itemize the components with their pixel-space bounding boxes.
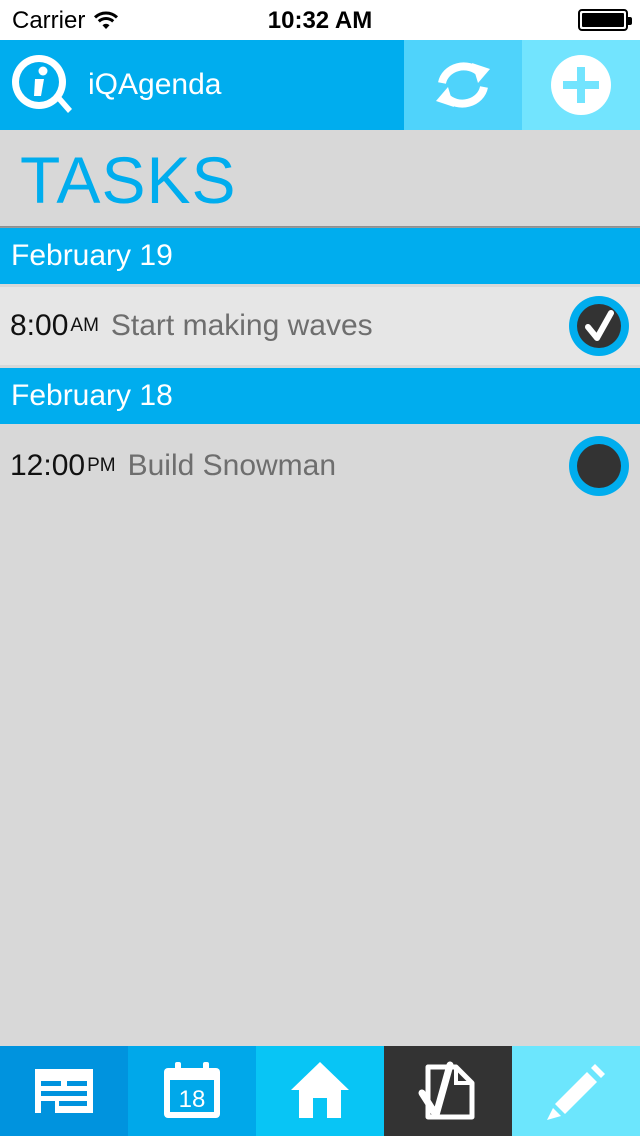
tab-tasks[interactable] <box>384 1046 512 1136</box>
task-row[interactable]: 8:00 AM Start making waves <box>0 287 640 365</box>
date-section-header: February 18 <box>0 368 640 424</box>
tab-notes[interactable] <box>512 1046 640 1136</box>
app-name: iQAgenda <box>88 68 222 101</box>
bottom-tab-bar: 18 <box>0 1046 640 1136</box>
task-time: 12:00 <box>10 449 86 482</box>
add-icon <box>551 55 611 115</box>
task-ampm: AM <box>70 315 99 336</box>
page-title: TASKS <box>20 143 237 217</box>
tab-home[interactable] <box>256 1046 384 1136</box>
app-brand: iQAgenda <box>8 40 221 130</box>
sync-button[interactable] <box>404 40 522 130</box>
task-time: 8:00 <box>10 309 69 342</box>
home-icon <box>291 1062 349 1118</box>
tasks-icon <box>418 1061 475 1120</box>
status-time: 10:32 AM <box>267 7 373 34</box>
battery-fill <box>582 13 624 27</box>
tab-agenda[interactable] <box>0 1046 128 1136</box>
tab-calendar[interactable]: 18 <box>128 1046 256 1136</box>
status-bar: Carrier 10:32 AM <box>0 0 640 40</box>
calendar-icon: 18 <box>164 1062 220 1118</box>
add-task-button[interactable] <box>522 40 640 130</box>
task-title: Build Snowman <box>127 449 337 482</box>
page-title-bar: TASKS <box>0 130 640 226</box>
task-incomplete-checkbox[interactable] <box>568 435 630 497</box>
task-ampm: PM <box>87 455 116 476</box>
app-header: iQAgenda <box>0 40 640 130</box>
iq-logo-icon <box>12 55 72 113</box>
date-section-header: February 19 <box>0 228 640 284</box>
task-title: Start making waves <box>110 309 373 342</box>
task-row[interactable]: 12:00 PM Build Snowman <box>0 427 640 505</box>
battery-icon <box>578 9 632 31</box>
task-completed-checkbox[interactable] <box>568 295 630 357</box>
sync-icon <box>436 62 490 108</box>
calendar-day-label: 18 <box>179 1086 206 1113</box>
agenda-icon <box>35 1069 93 1113</box>
notes-pencil-icon <box>547 1064 605 1120</box>
